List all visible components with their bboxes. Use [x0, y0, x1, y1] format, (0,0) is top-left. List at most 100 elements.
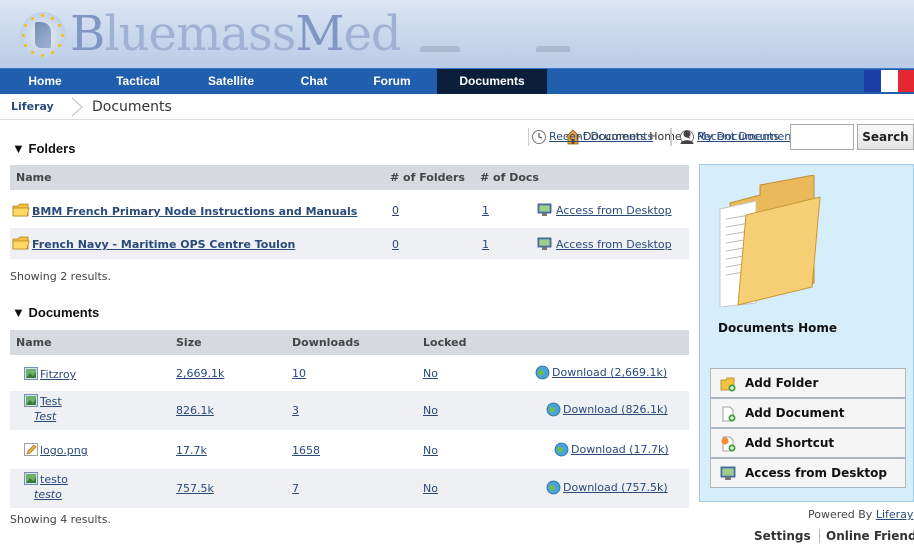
collapse-arrow-icon: ▼ — [12, 141, 25, 156]
image-file-icon — [24, 367, 38, 380]
my-documents-link[interactable]: My Documents — [679, 126, 779, 148]
settings-button[interactable]: Settings — [754, 526, 811, 546]
folders-title-label: Folders — [28, 141, 76, 156]
document-name-link[interactable]: Fitzroy — [24, 367, 76, 381]
document-name-label: Test — [40, 395, 62, 408]
document-description[interactable]: testo — [34, 488, 62, 501]
access-from-desktop-link[interactable]: Access from Desktop — [537, 237, 672, 251]
breadcrumb-home[interactable]: Liferay — [11, 99, 54, 115]
powered-by-prefix: Powered By — [808, 508, 873, 521]
access-from-desktop-label: Access from Desktop — [556, 238, 672, 251]
download-label: Download (826.1k) — [563, 403, 668, 416]
download-link[interactable]: Download (757.5k) — [546, 480, 668, 495]
document-downloads[interactable]: 3 — [292, 404, 299, 417]
folder-name-label: French Navy - Maritime OPS Centre Toulon — [32, 238, 296, 251]
add-folder-icon — [720, 377, 736, 392]
download-link[interactable]: Download (2,669.1k) — [535, 365, 667, 380]
access-from-desktop-button[interactable]: Access from Desktop — [710, 458, 906, 488]
globe-download-icon — [546, 480, 561, 495]
document-downloads[interactable]: 1658 — [292, 444, 320, 457]
document-size[interactable]: 757.5k — [176, 482, 214, 495]
desktop-icon — [537, 203, 552, 216]
documents-section-title[interactable]: ▼ Documents — [12, 305, 99, 320]
document-description[interactable]: Test — [34, 410, 56, 423]
add-folder-button[interactable]: Add Folder — [710, 368, 906, 398]
download-link[interactable]: Download (826.1k) — [546, 402, 668, 417]
folder-subfolders-count[interactable]: 0 — [392, 204, 399, 217]
toolbar-divider — [671, 128, 672, 146]
globe-download-icon — [546, 402, 561, 417]
column-header-name: Name — [16, 171, 52, 184]
ship-silhouette — [420, 46, 460, 52]
access-from-desktop-link[interactable]: Access from Desktop — [537, 203, 672, 217]
nav-documents[interactable]: Documents — [437, 69, 547, 94]
folder-docs-count[interactable]: 1 — [482, 238, 489, 251]
documents-result-count: Showing 4 results. — [10, 513, 112, 526]
download-link[interactable]: Download (17.7k) — [554, 442, 669, 457]
large-folder-icon — [719, 175, 821, 307]
add-document-icon — [722, 406, 736, 422]
my-documents-label: My Documents — [697, 130, 780, 143]
document-name-label: logo.png — [40, 444, 88, 457]
add-document-label: Add Document — [745, 406, 845, 420]
user-icon — [680, 130, 694, 144]
document-downloads[interactable]: 10 — [292, 367, 306, 380]
document-downloads[interactable]: 7 — [292, 482, 299, 495]
document-name-link[interactable]: logo.png — [24, 443, 88, 457]
document-name-link[interactable]: testo — [24, 472, 68, 486]
nav-forum[interactable]: Forum — [367, 69, 417, 94]
column-header-size: Size — [176, 336, 202, 349]
table-row: French Navy - Maritime OPS Centre Toulon… — [10, 228, 689, 259]
folder-icon — [12, 203, 30, 217]
access-from-desktop-label: Access from Desktop — [745, 466, 887, 480]
document-name-label: testo — [40, 473, 68, 486]
search-input[interactable] — [790, 124, 854, 150]
nav-satellite[interactable]: Satellite — [195, 69, 267, 94]
add-shortcut-button[interactable]: Add Shortcut — [710, 428, 906, 458]
add-shortcut-icon — [721, 436, 736, 452]
folders-section-title[interactable]: ▼ Folders — [12, 141, 75, 156]
document-locked[interactable]: No — [423, 482, 438, 495]
folder-name-link[interactable]: French Navy - Maritime OPS Centre Toulon — [12, 236, 295, 251]
breadcrumb-current: Documents — [92, 99, 172, 115]
add-document-button[interactable]: Add Document — [710, 398, 906, 428]
globe-download-icon — [554, 442, 569, 457]
nav-tactical[interactable]: Tactical — [104, 69, 172, 94]
document-name-link[interactable]: Test — [24, 394, 62, 408]
logo-word: luemass — [104, 6, 296, 62]
recent-documents-link[interactable]: Recent Documents — [531, 126, 653, 148]
nav-chat[interactable]: Chat — [294, 69, 334, 94]
documents-title-label: Documents — [28, 305, 100, 320]
search-button[interactable]: Search — [857, 124, 914, 150]
add-shortcut-label: Add Shortcut — [745, 436, 835, 450]
download-label: Download (2,669.1k) — [552, 366, 668, 379]
site-logo[interactable]: BluemassMed — [70, 6, 402, 62]
folder-docs-count[interactable]: 1 — [482, 204, 489, 217]
folders-result-count: Showing 2 results. — [10, 270, 112, 283]
powered-by-link[interactable]: Liferay — [876, 508, 914, 521]
nav-home[interactable]: Home — [20, 69, 70, 94]
document-locked[interactable]: No — [423, 444, 438, 457]
desktop-icon — [537, 237, 552, 250]
document-size[interactable]: 2,669.1k — [176, 367, 224, 380]
folders-table-header: Name # of Folders # of Docs — [10, 165, 689, 190]
language-flag-icon[interactable] — [864, 70, 914, 92]
folder-name-link[interactable]: BMM French Primary Node Instructions and… — [12, 203, 357, 218]
table-row: BMM French Primary Node Instructions and… — [10, 196, 689, 224]
document-locked[interactable]: No — [423, 367, 438, 380]
column-header-docs: # of Docs — [480, 171, 539, 184]
column-header-downloads: Downloads — [292, 336, 360, 349]
column-header-name: Name — [16, 336, 52, 349]
document-size[interactable]: 826.1k — [176, 404, 214, 417]
recent-documents-label: Recent Documents — [549, 130, 654, 143]
online-friends-button[interactable]: Online Friends (0) — [826, 526, 914, 546]
header-banner: BluemassMed — [0, 0, 914, 68]
column-header-folders: # of Folders — [390, 171, 465, 184]
folder-icon — [12, 236, 30, 250]
document-locked[interactable]: No — [423, 404, 438, 417]
column-header-locked: Locked — [423, 336, 467, 349]
table-row: Test Test 826.1k 3 No Download (826.1k) — [10, 391, 689, 430]
pencil-file-icon — [24, 443, 38, 456]
folder-subfolders-count[interactable]: 0 — [392, 238, 399, 251]
document-size[interactable]: 17.7k — [176, 444, 207, 457]
